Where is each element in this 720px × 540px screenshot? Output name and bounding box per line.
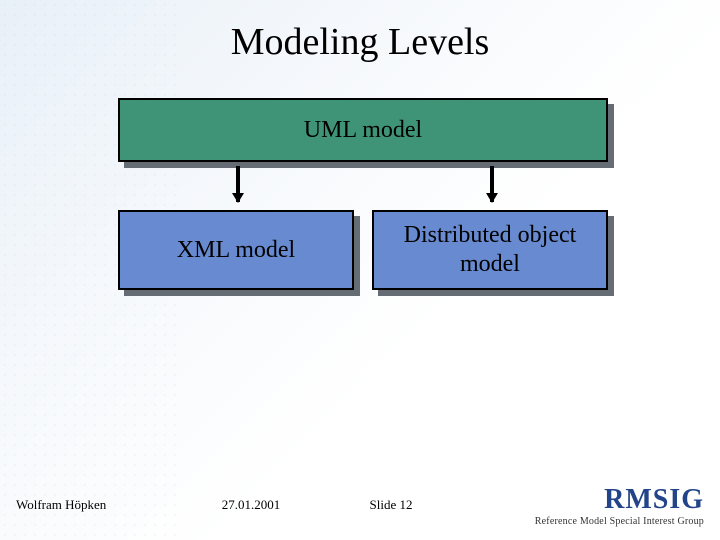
box-uml-model: UML model [118,98,608,162]
box-xml-model: XML model [118,210,354,290]
box-distributed-object-model: Distributed object model [372,210,608,290]
slide-title: Modeling Levels [0,20,720,64]
box-label: UML model [304,116,422,145]
brand-acronym: RMSIG [456,484,704,516]
slide-date: 27.01.2001 [176,497,326,513]
brand-block: RMSIG Reference Model Special Interest G… [456,484,704,527]
arrow-to-distributed [490,166,494,202]
slide-number: Slide 12 [326,497,456,513]
footer: Wolfram Höpken 27.01.2001 Slide 12 RMSIG… [0,480,720,530]
box-label: Distributed object model [404,221,577,279]
box-label: XML model [177,236,295,265]
author-name: Wolfram Höpken [16,497,176,513]
arrow-to-xml [236,166,240,202]
brand-tagline: Reference Model Special Interest Group [456,516,704,527]
